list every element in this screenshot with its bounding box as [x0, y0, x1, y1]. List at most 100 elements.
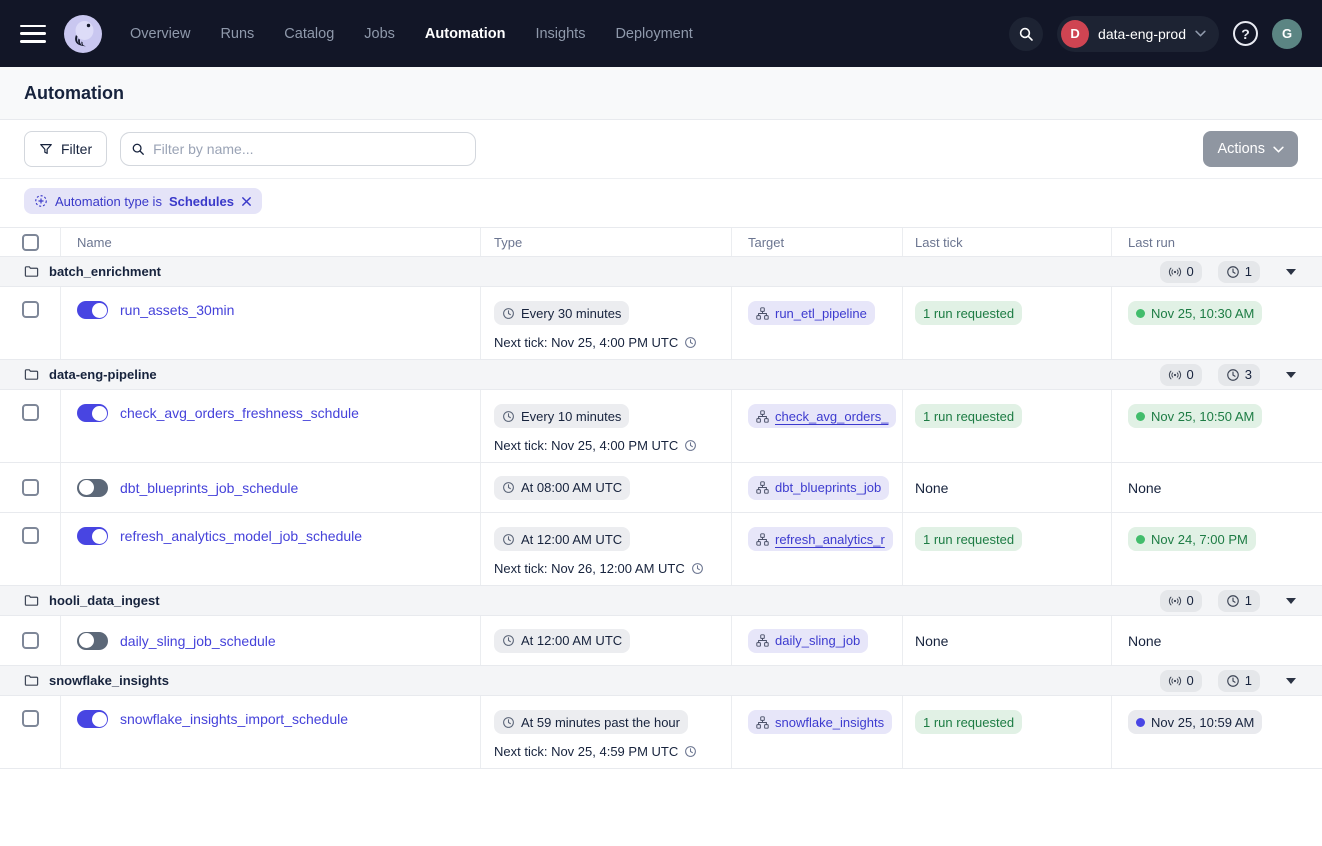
- graph-icon: [756, 481, 769, 494]
- top-navbar: Overview Runs Catalog Jobs Automation In…: [0, 0, 1322, 67]
- clock-icon: [502, 533, 515, 546]
- clock-icon: [684, 439, 697, 452]
- folder-icon: [24, 264, 39, 279]
- page-title: Automation: [24, 83, 124, 104]
- clock-icon: [1226, 674, 1240, 688]
- deployment-name: data-eng-prod: [1098, 26, 1186, 42]
- hamburger-menu-icon[interactable]: [20, 25, 46, 43]
- last-run-link[interactable]: Nov 25, 10:50 AM: [1128, 404, 1262, 428]
- sensor-count-badge: 0: [1160, 590, 1202, 612]
- schedule-toggle[interactable]: [77, 404, 108, 422]
- last-run-none: None: [1128, 633, 1161, 649]
- schedule-name-link[interactable]: check_avg_orders_freshness_schdule: [120, 405, 359, 421]
- schedule-name-link[interactable]: refresh_analytics_model_job_schedule: [120, 528, 362, 544]
- automation-type-filter-chip[interactable]: Automation type is Schedules: [24, 188, 262, 214]
- target-link[interactable]: run_etl_pipeline: [748, 301, 875, 325]
- schedule-toggle[interactable]: [77, 479, 108, 497]
- last-run-link[interactable]: Nov 25, 10:59 AM: [1128, 710, 1262, 734]
- nav-item-overview[interactable]: Overview: [130, 26, 190, 42]
- schedule-name-link[interactable]: dbt_blueprints_job_schedule: [120, 480, 298, 496]
- clock-icon: [1226, 368, 1240, 382]
- dagster-logo-icon[interactable]: [64, 15, 102, 53]
- last-tick-status: 1 run requested: [915, 710, 1022, 734]
- target-link[interactable]: refresh_analytics_r: [748, 527, 893, 551]
- caret-down-icon: [1286, 372, 1296, 378]
- schedule-count-badge: 3: [1218, 364, 1260, 386]
- table-header: Name Type Target Last tick Last run: [0, 228, 1322, 257]
- row-checkbox[interactable]: [22, 479, 39, 496]
- graph-icon: [756, 716, 769, 729]
- nav-item-deployment[interactable]: Deployment: [615, 26, 692, 42]
- clock-icon: [684, 745, 697, 758]
- last-run-none: None: [1128, 480, 1161, 496]
- caret-down-icon: [1286, 598, 1296, 604]
- graph-icon: [756, 307, 769, 320]
- actions-button[interactable]: Actions: [1203, 131, 1298, 167]
- graph-icon: [756, 533, 769, 546]
- collapse-group-button[interactable]: [1284, 267, 1298, 277]
- row-checkbox[interactable]: [22, 710, 39, 727]
- clock-icon: [502, 307, 515, 320]
- graph-icon: [756, 410, 769, 423]
- name-filter-field: [120, 132, 476, 166]
- help-icon[interactable]: ?: [1233, 21, 1258, 46]
- filter-button[interactable]: Filter: [24, 131, 107, 167]
- schedule-toggle[interactable]: [77, 527, 108, 545]
- clock-icon: [1226, 594, 1240, 608]
- primary-nav: Overview Runs Catalog Jobs Automation In…: [130, 26, 693, 42]
- schedule-name-link[interactable]: run_assets_30min: [120, 302, 234, 318]
- sensor-icon: [1168, 265, 1182, 279]
- user-avatar[interactable]: G: [1272, 19, 1302, 49]
- schedule-name-link[interactable]: daily_sling_job_schedule: [120, 633, 276, 649]
- nav-item-insights[interactable]: Insights: [535, 26, 585, 42]
- funnel-icon: [39, 142, 53, 156]
- schedule-toggle[interactable]: [77, 301, 108, 319]
- run-status-dot: [1136, 535, 1145, 544]
- clock-icon: [502, 410, 515, 423]
- folder-icon: [24, 673, 39, 688]
- column-header-name: Name: [61, 228, 481, 256]
- toolbar: Filter Actions: [0, 120, 1322, 179]
- close-icon[interactable]: [241, 196, 252, 207]
- run-status-dot: [1136, 309, 1145, 318]
- clock-icon: [502, 481, 515, 494]
- actions-button-label: Actions: [1217, 141, 1265, 157]
- schedule-name-link[interactable]: snowflake_insights_import_schedule: [120, 711, 348, 727]
- schedule-toggle[interactable]: [77, 632, 108, 650]
- nav-item-runs[interactable]: Runs: [220, 26, 254, 42]
- clock-icon: [691, 562, 704, 575]
- target-link[interactable]: snowflake_insights: [748, 710, 892, 734]
- run-status-dot: [1136, 718, 1145, 727]
- deployment-switcher[interactable]: D data-eng-prod: [1057, 16, 1219, 52]
- target-link[interactable]: daily_sling_job: [748, 629, 868, 653]
- row-checkbox[interactable]: [22, 632, 39, 649]
- schedule-toggle[interactable]: [77, 710, 108, 728]
- chevron-down-icon: [1273, 146, 1284, 153]
- target-link[interactable]: dbt_blueprints_job: [748, 476, 889, 500]
- name-filter-input[interactable]: [153, 141, 465, 157]
- nav-item-catalog[interactable]: Catalog: [284, 26, 334, 42]
- sensor-count-badge: 0: [1160, 364, 1202, 386]
- last-run-link[interactable]: Nov 24, 7:00 PM: [1128, 527, 1256, 551]
- collapse-group-button[interactable]: [1284, 370, 1298, 380]
- group-name: hooli_data_ingest: [49, 593, 160, 608]
- target-link[interactable]: check_avg_orders_: [748, 404, 896, 428]
- filter-button-label: Filter: [61, 141, 92, 157]
- caret-down-icon: [1286, 678, 1296, 684]
- collapse-group-button[interactable]: [1284, 676, 1298, 686]
- row-checkbox[interactable]: [22, 404, 39, 421]
- group-row-snowflake-insights: snowflake_insights 0 1: [0, 666, 1322, 696]
- collapse-group-button[interactable]: [1284, 596, 1298, 606]
- sensor-count-badge: 0: [1160, 261, 1202, 283]
- group-row-hooli-data-ingest: hooli_data_ingest 0 1: [0, 586, 1322, 616]
- sensor-icon: [1168, 674, 1182, 688]
- row-checkbox[interactable]: [22, 301, 39, 318]
- last-run-link[interactable]: Nov 25, 10:30 AM: [1128, 301, 1262, 325]
- last-tick-status: 1 run requested: [915, 527, 1022, 551]
- graph-icon: [756, 634, 769, 647]
- nav-item-jobs[interactable]: Jobs: [364, 26, 395, 42]
- nav-item-automation[interactable]: Automation: [425, 26, 506, 42]
- search-button[interactable]: [1009, 17, 1043, 51]
- row-checkbox[interactable]: [22, 527, 39, 544]
- select-all-checkbox[interactable]: [22, 234, 39, 251]
